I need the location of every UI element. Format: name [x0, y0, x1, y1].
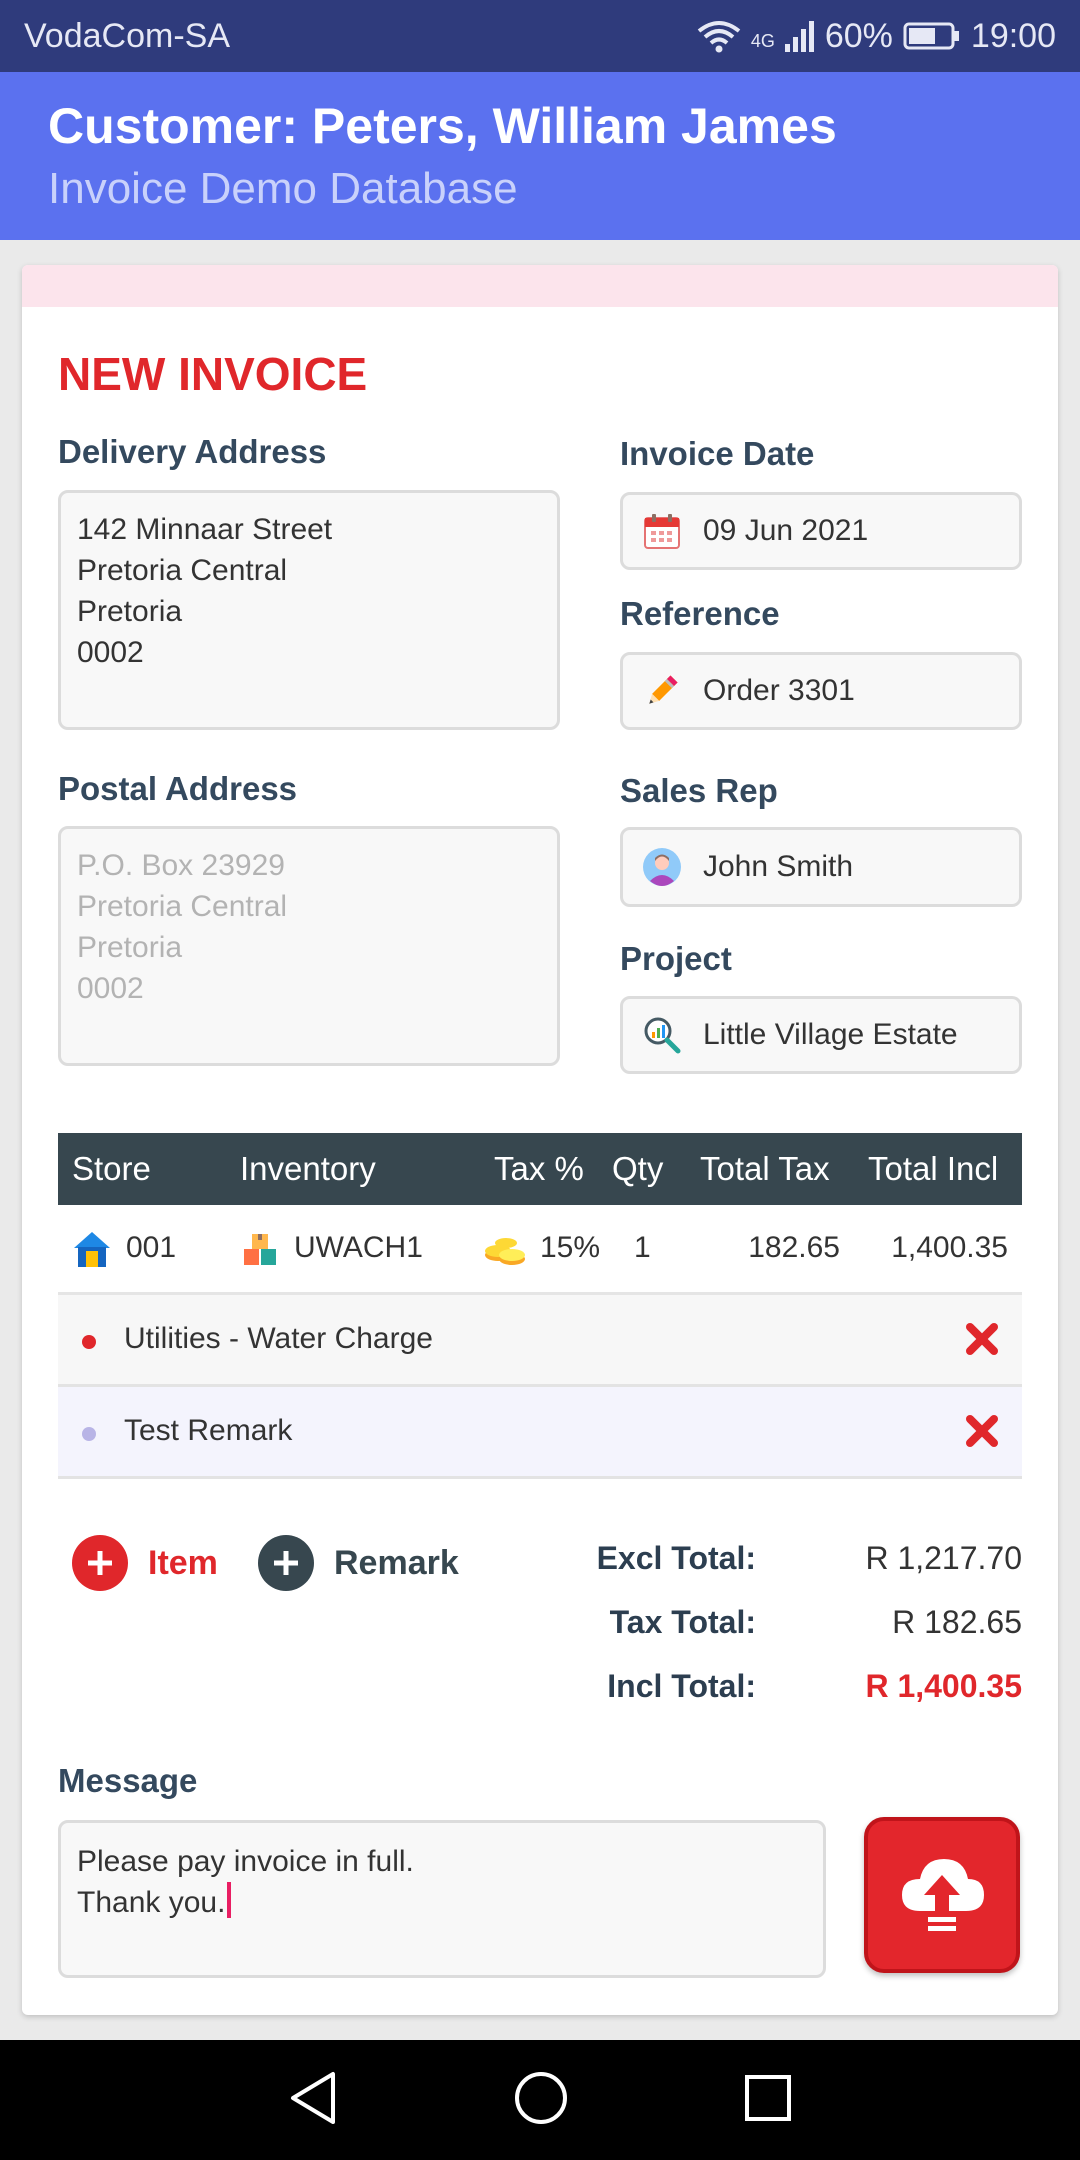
- user-avatar-icon: [641, 846, 683, 888]
- postal-address-field[interactable]: P.O. Box 23929 Pretoria Central Pretoria…: [58, 826, 560, 1066]
- sales-rep-label: Sales Rep: [620, 772, 778, 809]
- plus-icon: [72, 1535, 128, 1591]
- signal-icon: [784, 20, 815, 52]
- incl-total-value: R 1,400.35: [865, 1668, 1022, 1704]
- project-label: Project: [620, 940, 732, 977]
- calendar-icon: [641, 510, 683, 552]
- excl-total-value: R 1,217.70: [865, 1540, 1022, 1576]
- inventory-value: UWACH1: [294, 1231, 423, 1264]
- column-header-qty: Qty: [612, 1150, 664, 1187]
- status-icons: 4G 60% 19:00: [697, 17, 1056, 56]
- inventory-boxes-icon: [244, 1234, 276, 1265]
- invoice-date-value: 09 Jun 2021: [703, 514, 869, 547]
- add-item-button[interactable]: Item: [72, 1535, 218, 1591]
- column-header-tax: Tax %: [494, 1150, 584, 1187]
- column-header-inventory: Inventory: [240, 1150, 376, 1187]
- reference-label: Reference: [620, 595, 780, 632]
- line-items-table: Store Inventory Tax % Qty Total Tax Tota…: [58, 1133, 1022, 1479]
- tax-value: 15%: [540, 1231, 601, 1264]
- item-dot-icon: [82, 1335, 96, 1349]
- pencil-icon: [641, 670, 683, 712]
- postal-address-label: Postal Address: [58, 770, 298, 807]
- coins-icon: [485, 1238, 525, 1265]
- add-remark-button[interactable]: Remark: [258, 1535, 459, 1591]
- delete-icon[interactable]: [956, 1313, 1008, 1365]
- app-header: Customer: Peters, William James Invoice …: [0, 72, 1080, 240]
- invoice-date-field[interactable]: 09 Jun 2021: [620, 492, 1022, 570]
- battery-percent: 60%: [824, 16, 893, 55]
- search-chart-icon: [641, 1014, 683, 1056]
- invoice-date-label: Invoice Date: [620, 435, 815, 472]
- tax-total-label: Tax Total:: [609, 1604, 756, 1640]
- page-title: Customer: Peters, William James: [48, 98, 837, 154]
- text-cursor: [227, 1882, 232, 1918]
- page-subtitle: Invoice Demo Database: [48, 164, 518, 213]
- navigation-bar: [0, 2040, 1080, 2160]
- status-bar: VodaCom-SA 4G 60% 19:00: [0, 0, 1080, 72]
- message-field[interactable]: Please pay invoice in full. Thank you.: [58, 1820, 826, 1978]
- sales-rep-value: John Smith: [703, 850, 854, 883]
- sales-rep-field[interactable]: John Smith: [620, 827, 1022, 907]
- back-icon[interactable]: [287, 2070, 339, 2131]
- tax-total-value: R 182.65: [892, 1604, 1022, 1640]
- cloud-upload-icon: [894, 1845, 990, 1946]
- total-tax-value: 182.65: [748, 1231, 840, 1264]
- line-item-text: Utilities - Water Charge: [124, 1322, 433, 1355]
- add-remark-label: Remark: [334, 1543, 459, 1582]
- card-top-strip: [22, 265, 1058, 307]
- excl-total-label: Excl Total:: [596, 1540, 756, 1576]
- column-header-total-tax: Total Tax: [700, 1150, 830, 1187]
- delete-icon[interactable]: [956, 1405, 1008, 1457]
- carrier-name: VodaCom-SA: [24, 16, 230, 55]
- plus-icon: [258, 1535, 314, 1591]
- clock: 19:00: [970, 16, 1056, 55]
- upload-invoice-button[interactable]: [864, 1817, 1020, 1973]
- wifi-icon: [697, 19, 741, 53]
- delivery-address-label: Delivery Address: [58, 433, 327, 470]
- remark-text: Test Remark: [124, 1414, 293, 1447]
- remark-dot-icon: [82, 1427, 96, 1441]
- reference-field[interactable]: Order 3301: [620, 652, 1022, 730]
- home-icon[interactable]: [513, 2070, 569, 2131]
- column-header-store: Store: [72, 1150, 151, 1187]
- incl-total-label: Incl Total:: [607, 1668, 756, 1704]
- reference-value: Order 3301: [703, 674, 855, 707]
- message-label: Message: [58, 1762, 198, 1799]
- table-header: Store Inventory Tax % Qty Total Tax Tota…: [58, 1133, 1022, 1205]
- table-row[interactable]: 001 UWACH1 15% 1 182.65 1,400.35: [58, 1205, 1022, 1295]
- recents-icon[interactable]: [743, 2073, 793, 2128]
- total-incl-value: 1,400.35: [891, 1231, 1008, 1264]
- store-value: 001: [126, 1231, 177, 1264]
- message-text: Please pay invoice in full. Thank you.: [77, 1845, 414, 1919]
- project-value: Little Village Estate: [703, 1018, 958, 1051]
- invoice-heading: NEW INVOICE: [58, 348, 368, 400]
- store-house-icon: [74, 1232, 110, 1267]
- delivery-address-field[interactable]: 142 Minnaar Street Pretoria Central Pret…: [58, 490, 560, 730]
- project-field[interactable]: Little Village Estate: [620, 996, 1022, 1074]
- qty-value: 1: [634, 1231, 651, 1264]
- column-header-total-incl: Total Incl: [868, 1150, 999, 1187]
- network-type: 4G: [750, 30, 775, 51]
- add-item-label: Item: [148, 1543, 218, 1582]
- battery-icon: [903, 21, 961, 51]
- list-item[interactable]: Utilities - Water Charge: [58, 1295, 1022, 1387]
- list-item[interactable]: Test Remark: [58, 1387, 1022, 1479]
- invoice-card: NEW INVOICE Delivery Address 142 Minnaar…: [22, 265, 1058, 2015]
